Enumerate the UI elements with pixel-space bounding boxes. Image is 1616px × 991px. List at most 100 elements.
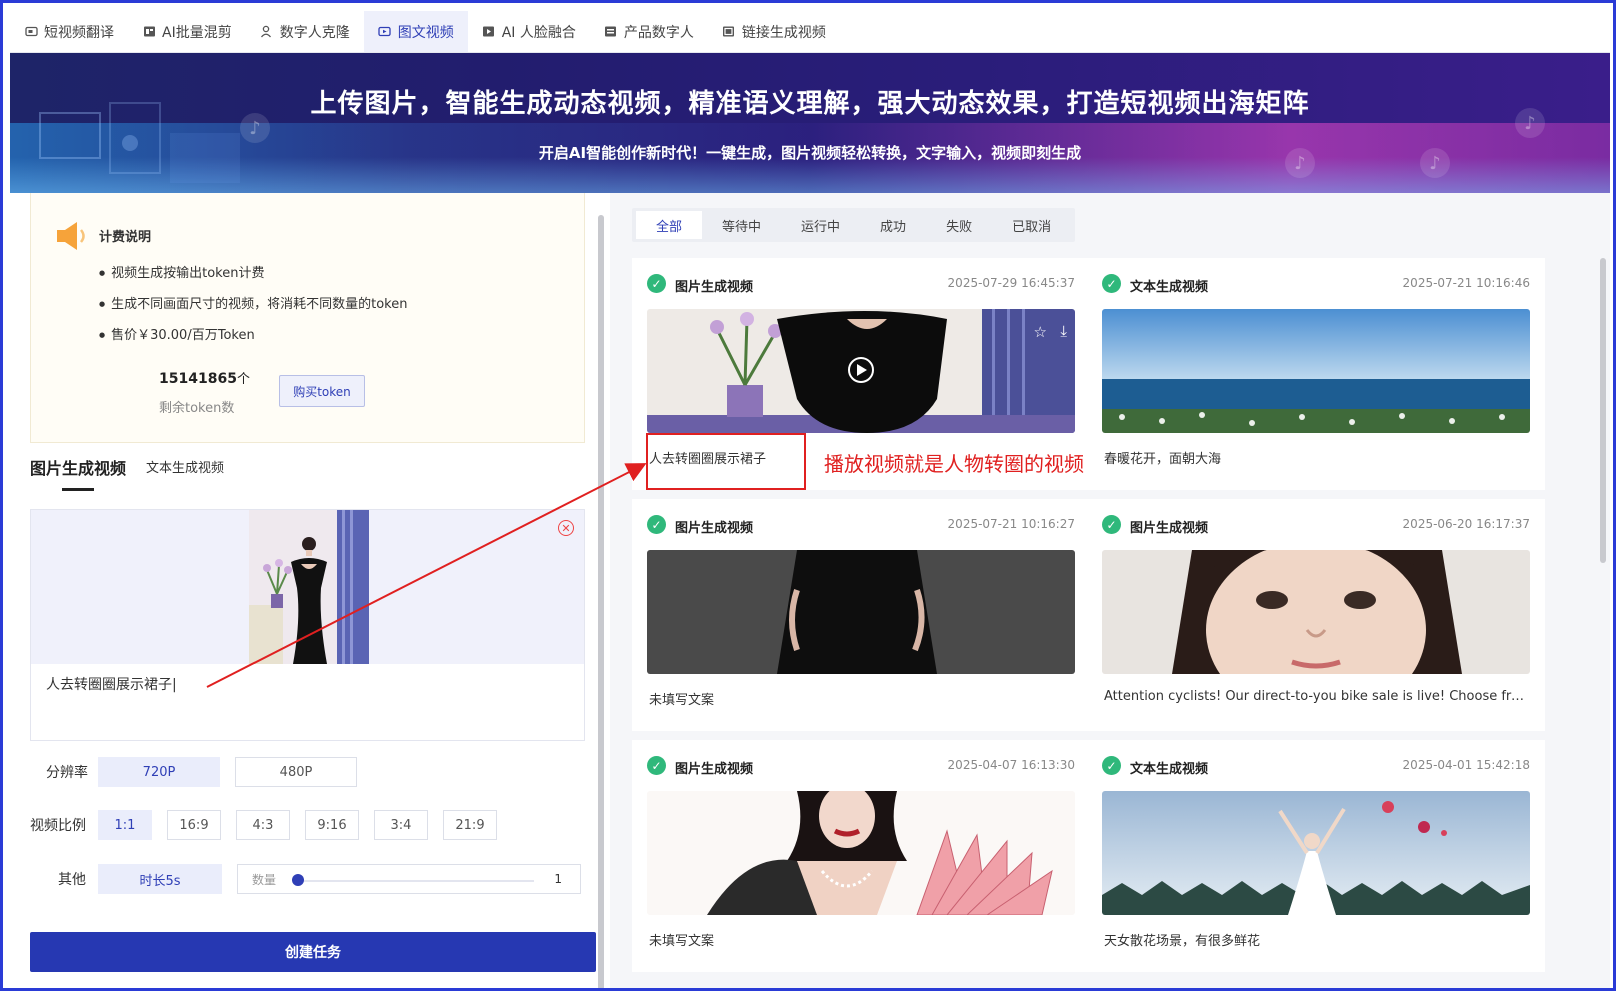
right-scrollbar[interactable] [1600, 258, 1606, 563]
quantity-label: 数量 [252, 872, 277, 887]
nav-tab-product-avatar[interactable]: 产品数字人 [590, 11, 708, 52]
task-title: 图片生成视频 [675, 280, 754, 295]
ratio-option-16-9[interactable]: 16:9 [167, 810, 221, 840]
task-title: 图片生成视频 [675, 762, 754, 777]
banner-subtitle: 开启AI智能创作新时代！一键生成，图片视频轻松转换，文字输入，视频即刻生成 [538, 144, 1082, 162]
video-translate-icon [24, 25, 38, 39]
task-card[interactable]: ✓ 文本生成视频 2025-07-21 10:16:46 春暖花开，面朝大海 [1087, 258, 1545, 490]
task-description: 未填写文案 [649, 693, 715, 708]
success-check-icon: ✓ [647, 756, 666, 775]
nav-tab-label: 数字人克隆 [279, 24, 350, 41]
banner-title: 上传图片，智能生成动态视频，精准语义理解，强大动态效果，打造短视频出海矩阵 [310, 89, 1310, 119]
video-thumbnail[interactable] [1102, 550, 1530, 674]
ratio-row: 视频比例 1:1 16:9 4:3 9:16 3:4 21:9 [30, 810, 497, 840]
nav-tab-face-fusion[interactable]: AI 人脸融合 [468, 11, 590, 52]
task-time: 2025-07-21 10:16:46 [1402, 276, 1530, 290]
product-avatar-icon [604, 25, 618, 39]
tab-image-to-video[interactable]: 图片生成视频 [30, 455, 126, 491]
token-count: 15141865个 [159, 371, 250, 387]
task-card[interactable]: ✓ 文本生成视频 2025-04-01 15:42:18 天女散花场景，有很多鲜… [1087, 740, 1545, 972]
status-tab-success[interactable]: 成功 [860, 211, 926, 239]
resolution-option-480p[interactable]: 480P [235, 757, 357, 787]
link-video-icon [722, 25, 736, 39]
top-nav: 短视频翻译 AI批量混剪 数字人克隆 图文视频 AI 人脸融合 产品数字人 链接… [10, 11, 1610, 53]
nav-tab-label: 图文视频 [397, 24, 454, 41]
buy-token-button[interactable]: 购买token [279, 375, 365, 407]
billing-item: 生成不同画面尺寸的视频，将消耗不同数量的token [99, 289, 407, 320]
quantity-slider-handle[interactable] [292, 874, 304, 886]
duration-option[interactable]: 时长5s [98, 864, 222, 894]
status-tab-cancelled[interactable]: 已取消 [992, 211, 1071, 239]
video-thumbnail[interactable] [1102, 309, 1530, 433]
ratio-option-4-3[interactable]: 4:3 [236, 810, 290, 840]
create-task-button[interactable]: 创建任务 [30, 932, 596, 972]
left-scrollbar[interactable] [598, 215, 604, 988]
nav-tab-image-video[interactable]: 图文视频 [363, 11, 468, 52]
task-description: Attention cyclists! Our direct-to-you bi… [1104, 689, 1528, 704]
success-check-icon: ✓ [647, 515, 666, 534]
task-card[interactable]: ✓ 图片生成视频 2025-06-20 16:17:37 Attention c… [1087, 499, 1545, 731]
task-title: 图片生成视频 [1130, 521, 1209, 536]
prompt-input[interactable]: 人去转圈圈展示裙子| [46, 674, 177, 694]
success-check-icon: ✓ [647, 274, 666, 293]
annotation-text: 播放视频就是人物转圈的视频 [824, 452, 1084, 476]
other-row: 其他 时长5s 数量 1 [30, 864, 581, 894]
hero-banner: ♪ ♪ ♪ ♪ 上传图片，智能生成动态视频，精准语义理解，强大动态效果，打造短视… [10, 53, 1610, 193]
task-time: 2025-06-20 16:17:37 [1402, 517, 1530, 531]
resolution-row: 分辨率 720P 480P [30, 757, 357, 787]
status-tab-running[interactable]: 运行中 [781, 211, 860, 239]
task-title: 图片生成视频 [675, 521, 754, 536]
nav-tab-label: AI批量混剪 [162, 24, 232, 41]
quantity-value: 1 [554, 872, 562, 886]
face-fusion-icon [482, 25, 496, 39]
task-card[interactable]: ✓ 图片生成视频 2025-04-07 16:13:30 未填写文案 [632, 740, 1090, 972]
nav-tab-batch-edit[interactable]: AI批量混剪 [128, 11, 246, 52]
create-panel: 计费说明 视频生成按输出token计费 生成不同画面尺寸的视频，将消耗不同数量的… [10, 193, 608, 988]
ratio-option-9-16[interactable]: 9:16 [305, 810, 359, 840]
video-thumbnail[interactable] [1102, 791, 1530, 915]
nav-tab-clone[interactable]: 数字人克隆 [246, 11, 364, 52]
video-thumbnail[interactable] [647, 791, 1075, 915]
task-time: 2025-04-01 15:42:18 [1402, 758, 1530, 772]
nav-tab-video-translate[interactable]: 短视频翻译 [10, 11, 128, 52]
task-description: 春暖花开，面朝大海 [1104, 452, 1222, 467]
billing-item: 售价￥30.00/百万Token [99, 320, 407, 351]
nav-tab-link-video[interactable]: 链接生成视频 [708, 11, 840, 52]
task-title: 文本生成视频 [1130, 762, 1209, 777]
success-check-icon: ✓ [1102, 274, 1121, 293]
task-time: 2025-07-21 10:16:27 [947, 517, 1075, 531]
success-check-icon: ✓ [1102, 515, 1121, 534]
image-video-icon [378, 25, 392, 39]
task-description: 未填写文案 [649, 934, 715, 949]
task-time: 2025-07-29 16:45:37 [947, 276, 1075, 290]
ratio-option-1-1[interactable]: 1:1 [98, 810, 152, 840]
nav-tab-label: 短视频翻译 [44, 24, 114, 41]
billing-list: 视频生成按输出token计费 生成不同画面尺寸的视频，将消耗不同数量的token… [99, 258, 407, 351]
favorite-star-icon[interactable]: ☆ [1034, 323, 1047, 341]
status-tab-waiting[interactable]: 等待中 [702, 211, 781, 239]
billing-title: 计费说明 [99, 230, 152, 245]
app-window: 短视频翻译 AI批量混剪 数字人克隆 图文视频 AI 人脸融合 产品数字人 链接… [0, 0, 1616, 991]
uploaded-image-thumbnail [249, 510, 369, 664]
tab-text-to-video[interactable]: 文本生成视频 [146, 455, 224, 491]
resolution-option-720p[interactable]: 720P [98, 757, 220, 787]
upload-area[interactable]: ✕ 人去转圈圈展示裙子| [30, 509, 585, 741]
quantity-slider[interactable]: 数量 1 [237, 864, 581, 894]
annotation-highlight-box [646, 433, 806, 490]
billing-item: 视频生成按输出token计费 [99, 258, 407, 289]
ratio-option-3-4[interactable]: 3:4 [374, 810, 428, 840]
ratio-label: 视频比例 [30, 818, 86, 834]
download-icon[interactable]: ⤓ [1060, 322, 1067, 340]
task-card[interactable]: ✓ 图片生成视频 2025-07-21 10:16:27 未填写文案 [632, 499, 1090, 731]
batch-edit-icon [142, 25, 156, 39]
task-list-panel: 全部 等待中 运行中 成功 失败 已取消 ✓ 图片生成视频 2025-07-29… [610, 193, 1610, 988]
resolution-label: 分辨率 [46, 765, 88, 781]
ratio-option-21-9[interactable]: 21:9 [443, 810, 497, 840]
status-tabs: 全部 等待中 运行中 成功 失败 已取消 [632, 208, 1076, 242]
status-tab-failed[interactable]: 失败 [926, 211, 992, 239]
status-tab-all[interactable]: 全部 [636, 211, 703, 239]
task-title: 文本生成视频 [1130, 280, 1209, 295]
remove-image-icon[interactable]: ✕ [558, 520, 574, 536]
video-thumbnail[interactable]: ☆ ⤓ [647, 309, 1075, 433]
video-thumbnail[interactable] [647, 550, 1075, 674]
